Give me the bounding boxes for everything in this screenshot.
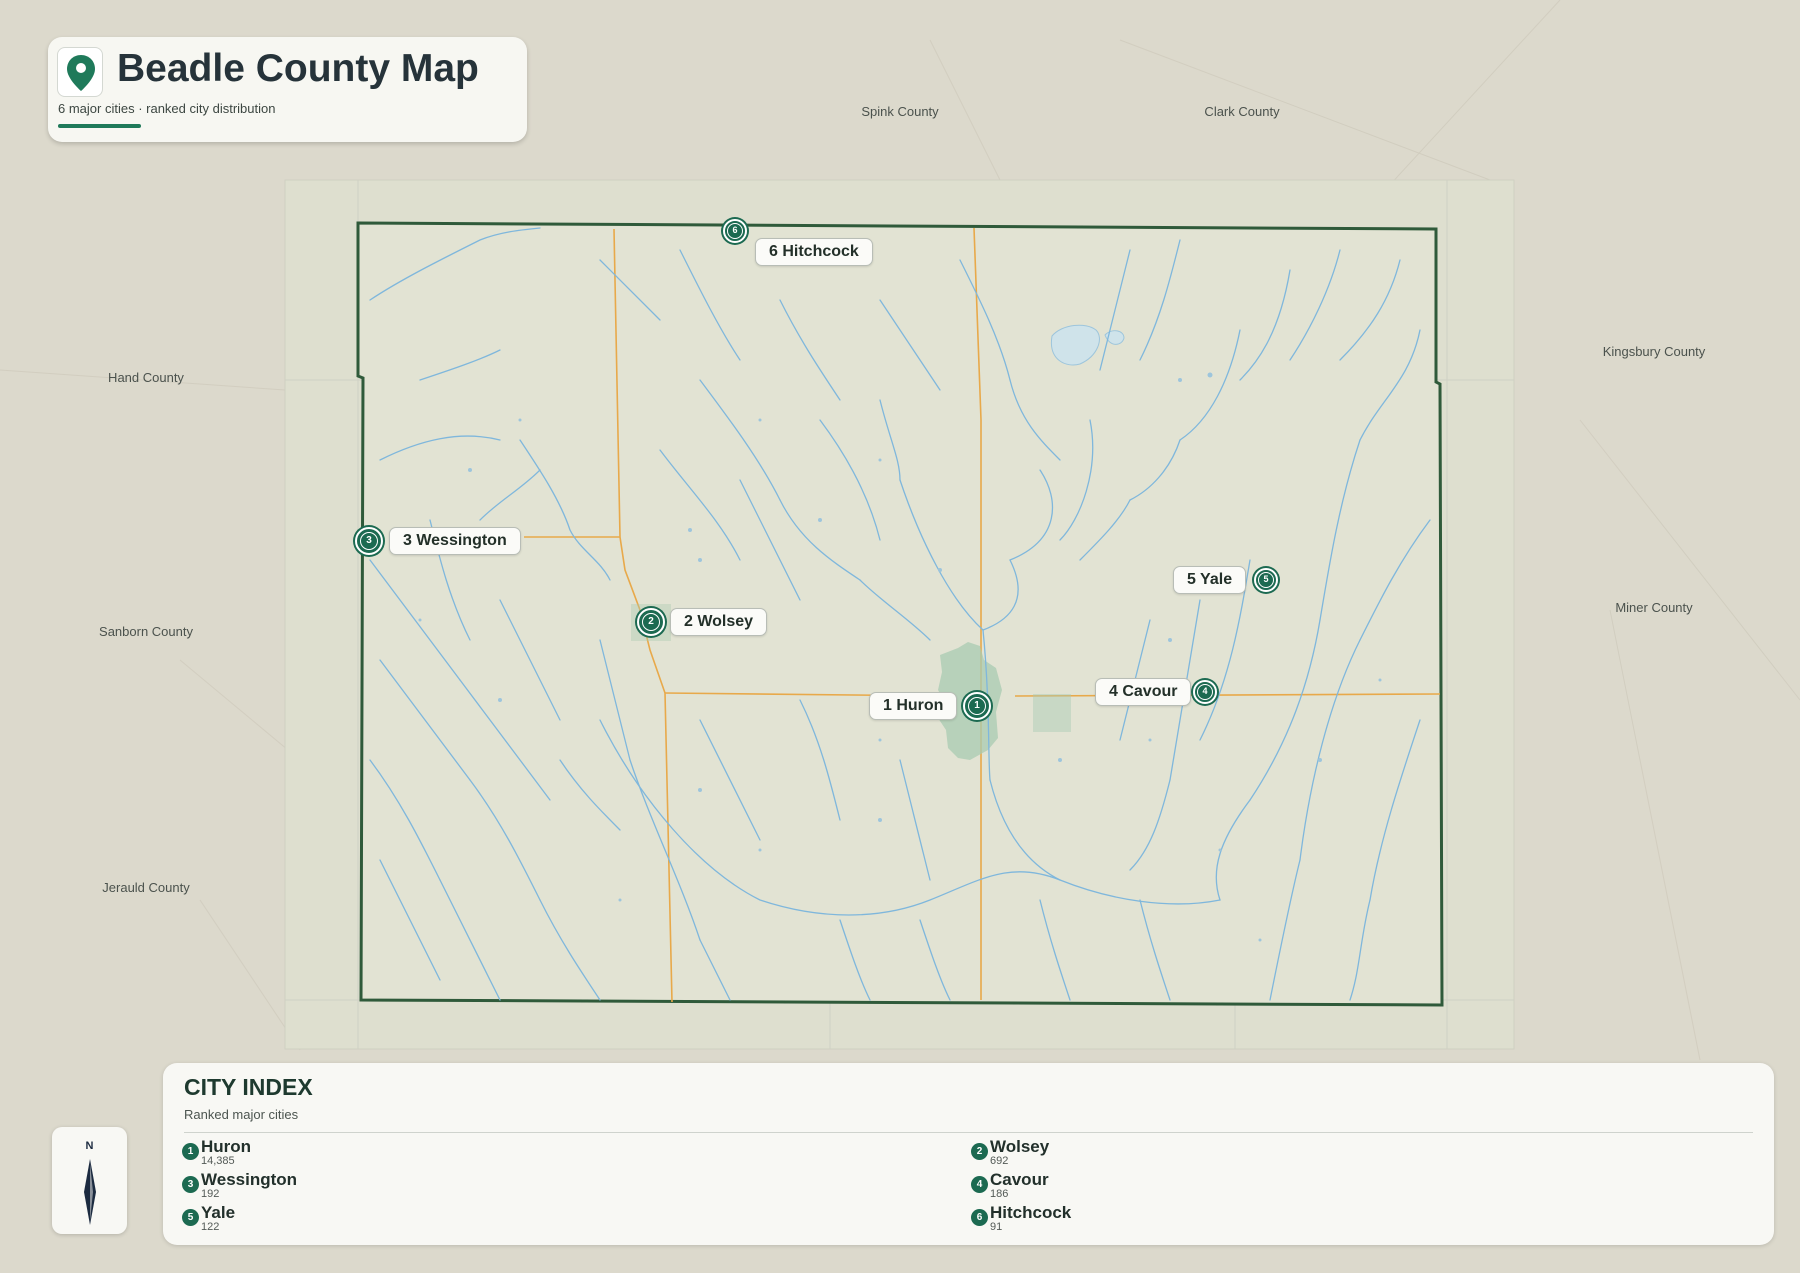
city-callout-huron[interactable]: 1 Huron <box>869 692 958 720</box>
city-callout-cavour[interactable]: 4 Cavour <box>1095 678 1192 706</box>
county-label-kingsbury: Kingsbury County <box>1602 344 1706 359</box>
city-index-subtitle: Ranked major cities <box>184 1107 299 1122</box>
city-callout-yale[interactable]: 5 Yale <box>1173 566 1247 594</box>
city-callout-wolsey[interactable]: 2 Wolsey <box>670 608 768 636</box>
city-marker-wessington[interactable]: 3 <box>355 527 383 555</box>
city-callout-hitchcock[interactable]: 6 Hitchcock <box>755 238 873 266</box>
county-label-jerauld: Jerauld County <box>102 880 190 895</box>
city-marker-huron[interactable]: 1 <box>963 692 991 720</box>
county-label-hand: Hand County <box>108 370 184 385</box>
city-marker-hitchcock[interactable]: 6 <box>723 219 747 243</box>
county-label-miner: Miner County <box>1615 600 1693 615</box>
city-marker-yale[interactable]: 5 <box>1254 568 1278 592</box>
county-label-spink: Spink County <box>861 104 939 119</box>
compass-north-label: N <box>85 1140 94 1152</box>
compass-needle-icon <box>84 1159 96 1225</box>
county-label-sanborn: Sanborn County <box>99 624 193 639</box>
city-marker-cavour[interactable]: 4 <box>1193 680 1217 704</box>
city-marker-wolsey[interactable]: 2 <box>637 608 665 636</box>
title-accent-bar <box>58 124 141 128</box>
map-pin-icon <box>57 47 103 97</box>
divider <box>184 1132 1753 1133</box>
page-subtitle: 6 major cities · ranked city distributio… <box>58 101 276 116</box>
county-label-clark: Clark County <box>1204 104 1280 119</box>
city-callout-wessington[interactable]: 3 Wessington <box>389 527 521 555</box>
page-title: Beadle County Map <box>117 47 479 90</box>
compass: N <box>52 1127 127 1234</box>
city-index-panel: CITY INDEX Ranked major cities 1 Huron 1… <box>163 1063 1774 1245</box>
city-index-title: CITY INDEX <box>184 1074 313 1100</box>
title-card: Beadle County Map 6 major cities · ranke… <box>48 37 527 142</box>
